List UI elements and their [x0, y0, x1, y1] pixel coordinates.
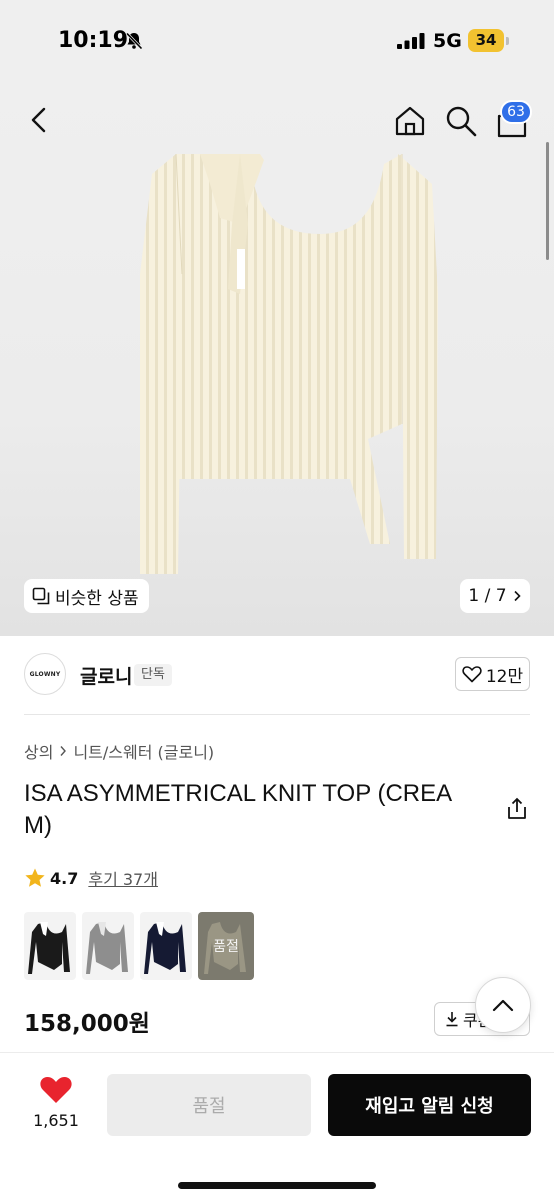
- brand-logo-text: GLOWNY: [29, 670, 61, 678]
- status-time: 10:19: [58, 28, 129, 53]
- search-icon[interactable]: [444, 104, 478, 138]
- bell-slash-icon: [125, 32, 143, 50]
- rating-row[interactable]: 4.7 후기 37개: [24, 866, 158, 890]
- divider: [24, 714, 530, 715]
- product-image-gallery[interactable]: 63 비슷한 상품 1 / 7: [0, 84, 554, 636]
- battery-tip: [506, 37, 509, 45]
- breadcrumb-item[interactable]: 상의: [24, 739, 53, 763]
- image-pager[interactable]: 1 / 7: [460, 579, 530, 613]
- soldout-overlay-label: 품절: [213, 939, 239, 955]
- image-pager-label: 1 / 7: [468, 586, 507, 606]
- share-icon[interactable]: [505, 797, 529, 821]
- swatch-navy[interactable]: [140, 912, 192, 980]
- star-icon: [25, 868, 45, 887]
- swatch-black-thumbnail: [28, 922, 70, 974]
- battery-icon: 34: [468, 29, 504, 52]
- exclusive-badge: 단독: [134, 664, 172, 686]
- back-icon[interactable]: [24, 104, 56, 136]
- heart-icon: [40, 1077, 72, 1103]
- chevron-right-icon: [514, 590, 521, 602]
- brand-like-button[interactable]: 12만: [455, 657, 530, 691]
- home-icon[interactable]: [393, 104, 427, 138]
- wishlist-button[interactable]: 1,651: [24, 1075, 88, 1130]
- product-photo: [140, 154, 438, 574]
- chevron-right-icon: [60, 746, 67, 756]
- swatch-gray-thumbnail: [86, 922, 128, 974]
- home-indicator[interactable]: [178, 1182, 376, 1189]
- scroll-to-top-button[interactable]: [475, 977, 531, 1033]
- review-count-link[interactable]: 후기 37개: [88, 866, 158, 890]
- breadcrumb: 상의 니트/스웨터 (글로니): [24, 739, 214, 763]
- similar-items-icon: [32, 587, 50, 605]
- brand-logo[interactable]: GLOWNY: [24, 653, 66, 695]
- heart-outline-icon: [462, 666, 482, 683]
- brand-row[interactable]: GLOWNY 글로니 단독 12만: [0, 636, 554, 714]
- cart-count-badge[interactable]: 63: [500, 100, 532, 124]
- color-swatches: 품절: [24, 912, 254, 980]
- download-icon: [446, 1012, 458, 1027]
- brand-name[interactable]: 글로니: [80, 662, 132, 689]
- swatch-gray[interactable]: [82, 912, 134, 980]
- product-price: 158,000원: [24, 1011, 150, 1037]
- chevron-up-icon: [492, 999, 514, 1012]
- swatch-navy-thumbnail: [144, 922, 186, 974]
- restock-alert-button[interactable]: 재입고 알림 신청: [328, 1074, 531, 1136]
- brand-like-count: 12만: [485, 666, 524, 687]
- status-bar: 10:19 5G 34: [0, 0, 554, 84]
- wishlist-count: 1,651: [33, 1111, 79, 1130]
- rating-value: 4.7: [50, 868, 79, 888]
- battery-level: 34: [475, 31, 497, 49]
- scrollbar[interactable]: [546, 142, 549, 260]
- swatch-olive-soldout[interactable]: 품절: [198, 912, 254, 980]
- soldout-button[interactable]: 품절: [107, 1074, 311, 1136]
- signal-icon: [397, 33, 425, 49]
- similar-products-label: 비슷한 상품: [55, 588, 139, 609]
- breadcrumb-item[interactable]: 니트/스웨터 (글로니): [73, 739, 214, 763]
- swatch-black[interactable]: [24, 912, 76, 980]
- bottom-action-bar: 1,651 품절 재입고 알림 신청: [0, 1052, 554, 1200]
- similar-products-button[interactable]: 비슷한 상품: [24, 579, 149, 613]
- product-title: ISA ASYMMETRICAL KNIT TOP (CREAM): [24, 780, 453, 839]
- network-type: 5G: [433, 30, 462, 52]
